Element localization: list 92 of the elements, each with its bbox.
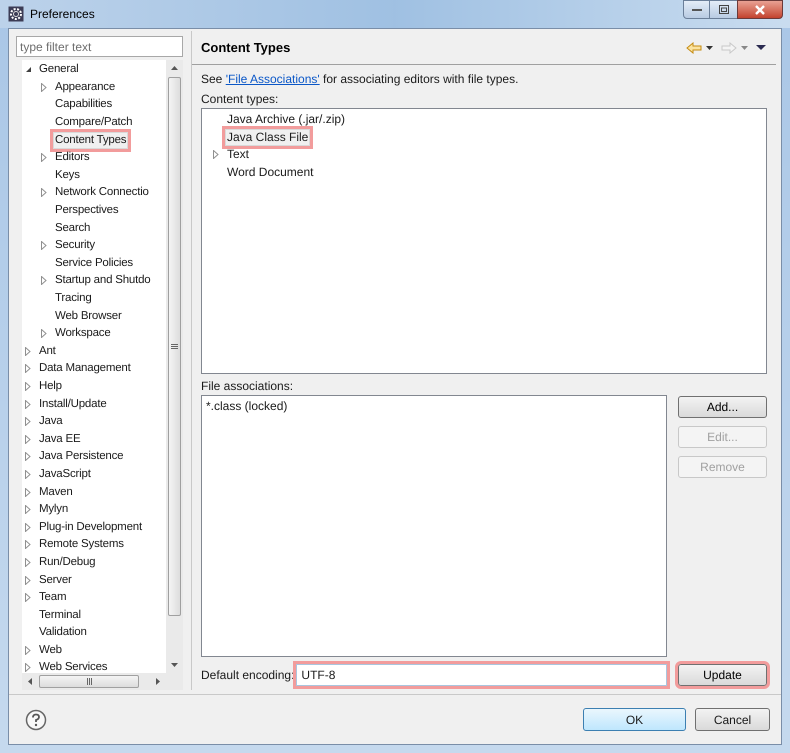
collapsed-triangle-icon[interactable] (41, 188, 47, 198)
vertical-scrollbar[interactable] (166, 60, 183, 673)
collapsed-triangle-icon[interactable] (25, 488, 31, 497)
collapsed-triangle-icon[interactable] (41, 82, 47, 92)
tree-item[interactable]: Install/Update (37, 396, 109, 413)
tree-item[interactable]: Search (53, 220, 92, 237)
tree-item[interactable]: Keys (53, 166, 82, 184)
tree-item[interactable]: Editors (53, 149, 92, 166)
tree-item[interactable]: Workspace (53, 325, 113, 342)
update-button[interactable]: Update (678, 664, 767, 686)
collapsed-triangle-icon[interactable] (213, 150, 219, 160)
file-associations-label: File associations: (201, 378, 294, 394)
file-association-item[interactable]: *.class (locked) (206, 398, 666, 414)
collapsed-triangle-icon[interactable] (25, 505, 31, 514)
tree-item[interactable]: Compare/Patch (53, 114, 134, 132)
encoding-field[interactable]: UTF-8 (296, 664, 667, 686)
close-icon (754, 4, 766, 14)
encoding-label: Default encoding: (201, 667, 294, 684)
minimize-button[interactable] (683, 0, 710, 19)
tree-item[interactable]: Java EE (37, 430, 82, 448)
tree-item[interactable]: Java Persistence (37, 448, 126, 466)
tree-item[interactable]: Word Document (225, 164, 316, 182)
horizontal-scrollbar[interactable] (22, 673, 183, 690)
collapsed-triangle-icon[interactable] (25, 364, 31, 374)
tree-item[interactable]: Web Services (37, 659, 110, 673)
tree-item[interactable]: Data Management (37, 360, 133, 378)
tree-item[interactable]: JavaScript (37, 466, 93, 483)
collapsed-triangle-icon[interactable] (41, 329, 47, 338)
view-menu-icon[interactable] (756, 45, 766, 50)
gear-icon (8, 6, 24, 22)
file-associations-link[interactable]: 'File Associations' (226, 72, 320, 86)
tree-item[interactable]: Help (37, 378, 64, 395)
content-types-label: Content types: (201, 91, 280, 107)
grip-icon (171, 344, 178, 350)
list-button[interactable]: Add... (678, 396, 767, 418)
maximize-icon (718, 5, 728, 14)
tree-item[interactable]: Java Archive (.jar/.zip) (225, 111, 348, 128)
tree-item[interactable]: Ant (37, 342, 58, 360)
collapsed-triangle-icon[interactable] (41, 241, 47, 250)
tree-item[interactable]: Capabilities (53, 96, 114, 114)
collapsed-triangle-icon[interactable] (25, 646, 31, 655)
tree-item[interactable]: Text (225, 146, 252, 164)
tree-item[interactable]: Web (37, 642, 64, 659)
tree-item[interactable]: Java Class File (225, 128, 310, 146)
collapsed-triangle-icon[interactable] (25, 346, 31, 356)
dialog-button[interactable]: OK (583, 708, 686, 731)
tree-item[interactable]: Server (37, 572, 74, 589)
tree-item[interactable]: Content Types (53, 132, 128, 149)
tree-item[interactable]: Team (37, 589, 68, 606)
window-title: Preferences (30, 6, 95, 23)
tree-item[interactable]: Perspectives (53, 202, 120, 220)
tree-item[interactable]: Web Browser (53, 308, 124, 325)
page-title: Content Types (201, 38, 290, 57)
tree-item[interactable]: Appearance (53, 78, 118, 96)
maximize-button[interactable] (710, 0, 737, 19)
collapsed-triangle-icon[interactable] (25, 663, 31, 672)
collapsed-triangle-icon[interactable] (25, 470, 31, 479)
tree-item[interactable]: Remote Systems (37, 536, 126, 554)
tree-item[interactable]: Tracing (53, 290, 94, 308)
dialog-button[interactable]: Cancel (695, 708, 770, 731)
tree-item[interactable]: Plug-in Development (37, 518, 144, 536)
collapsed-triangle-icon[interactable] (25, 400, 31, 409)
tree-item[interactable]: Mylyn (37, 501, 70, 518)
close-button[interactable] (737, 0, 783, 19)
tree-item[interactable]: Validation (37, 624, 89, 642)
collapsed-triangle-icon[interactable] (25, 540, 31, 550)
collapsed-triangle-icon[interactable] (25, 522, 31, 532)
tree-item[interactable]: Maven (37, 484, 75, 501)
minimize-icon (692, 8, 702, 12)
tree-item[interactable]: General (37, 61, 81, 78)
collapsed-triangle-icon[interactable] (41, 276, 47, 286)
tree-item[interactable]: Run/Debug (37, 554, 98, 571)
tree-item[interactable]: Security (53, 237, 97, 254)
collapsed-triangle-icon[interactable] (25, 417, 31, 426)
grip-icon (86, 678, 92, 685)
collapsed-triangle-icon[interactable] (25, 558, 31, 567)
tree-item[interactable]: Service Policies (53, 254, 135, 272)
tree-item[interactable]: Network Connectio (53, 184, 151, 202)
dropdown-caret-icon[interactable] (706, 46, 713, 50)
tree-item[interactable]: Terminal (37, 606, 83, 624)
tree-item[interactable]: Startup and Shutdo (53, 272, 153, 290)
collapsed-triangle-icon[interactable] (25, 593, 31, 602)
expanded-triangle-icon[interactable] (24, 66, 32, 74)
filter-field[interactable]: type filter text (16, 36, 183, 57)
collapsed-triangle-icon[interactable] (41, 153, 47, 162)
description-text: See 'File Associations' for associating editors with file types. (201, 71, 520, 87)
collapsed-triangle-icon[interactable] (25, 434, 31, 444)
collapsed-triangle-icon[interactable] (25, 382, 31, 391)
help-icon[interactable] (25, 708, 47, 730)
collapsed-triangle-icon[interactable] (25, 576, 31, 585)
collapsed-triangle-icon[interactable] (25, 452, 31, 462)
tree-item[interactable]: Java (37, 413, 64, 430)
